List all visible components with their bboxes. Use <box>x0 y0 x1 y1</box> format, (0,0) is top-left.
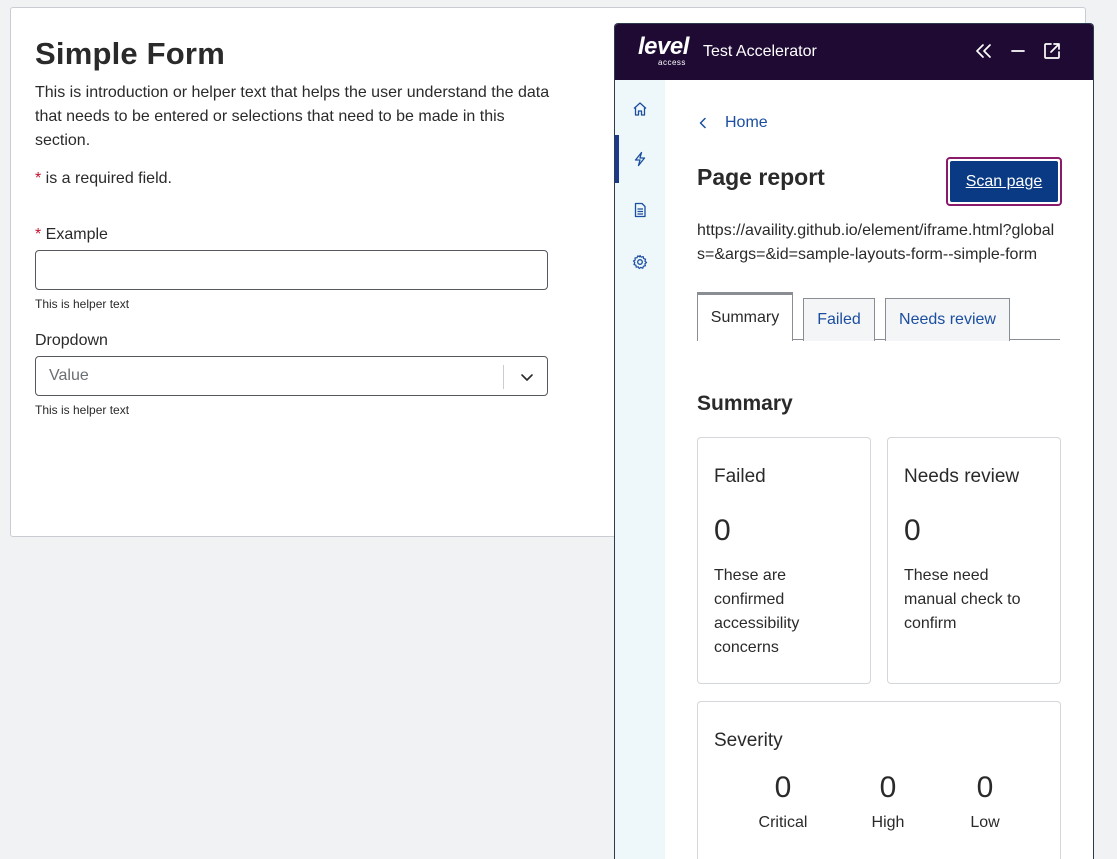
example-input[interactable] <box>35 250 548 290</box>
scan-page-button-label: Scan page <box>950 161 1058 202</box>
nav-quick-scan-button[interactable] <box>615 135 665 183</box>
level-access-logo: level access <box>638 34 690 68</box>
form-intro-text: This is introduction or helper text that… <box>35 84 550 149</box>
popout-icon[interactable] <box>1042 41 1062 61</box>
tab-needs-review[interactable]: Needs review <box>885 298 1010 341</box>
example-label-text: Example <box>41 226 108 243</box>
failed-card-description: These are confirmed accessibility concer… <box>714 567 800 656</box>
high-label: High <box>871 814 905 831</box>
failed-count: 0 <box>714 514 731 547</box>
example-helper-text: This is helper text <box>35 297 130 311</box>
high-count: 0 <box>879 771 897 804</box>
nav-reports-button[interactable] <box>615 186 665 234</box>
nav-home-button[interactable] <box>615 85 665 133</box>
test-accelerator-panel: level access Test Accelerator Home Page … <box>614 23 1094 859</box>
tab-summary[interactable]: Summary <box>697 292 793 341</box>
example-label: * Example <box>35 226 108 244</box>
failed-summary-card: Failed 0 These are confirmed accessibili… <box>697 437 871 684</box>
scan-page-button[interactable]: Scan page <box>946 157 1062 206</box>
severity-critical: 0 Critical <box>743 770 823 832</box>
needs-review-count: 0 <box>904 514 921 547</box>
dropdown-value: Value <box>49 367 89 384</box>
lightning-icon <box>634 151 646 167</box>
chevron-left-icon <box>699 117 706 129</box>
settings-icon <box>632 254 648 270</box>
home-icon <box>633 102 647 116</box>
low-label: Low <box>970 814 1000 831</box>
dropdown-select[interactable]: Value <box>35 356 548 396</box>
panel-header: level access Test Accelerator <box>615 24 1093 80</box>
summary-heading: Summary <box>697 392 793 415</box>
needs-review-summary-card: Needs review 0 These need manual check t… <box>887 437 1061 684</box>
app-title: Test Accelerator <box>703 43 817 60</box>
critical-count: 0 <box>774 771 792 804</box>
logo-subtext: access <box>658 58 686 67</box>
breadcrumb-home-link[interactable]: Home <box>697 114 768 132</box>
page-report-title: Page report <box>697 164 825 190</box>
minimize-icon[interactable] <box>1008 41 1028 61</box>
severity-high: 0 High <box>848 770 928 832</box>
report-tabs: Summary Failed Needs review <box>697 292 1060 341</box>
chevron-down-icon[interactable] <box>519 369 535 385</box>
critical-label: Critical <box>758 814 808 831</box>
needs-review-card-title: Needs review <box>904 466 1020 487</box>
tab-failed[interactable]: Failed <box>803 298 875 341</box>
report-icon <box>634 202 646 218</box>
severity-card: Severity 0 Critical 0 High 0 Low <box>697 701 1061 859</box>
severity-low: 0 Low <box>945 770 1025 832</box>
dropdown-separator <box>503 365 504 389</box>
dropdown-label: Dropdown <box>35 332 108 349</box>
panel-content: Home Page report Scan page https://avail… <box>665 80 1093 859</box>
scanned-url: https://availity.github.io/element/ifram… <box>697 222 1055 263</box>
needs-review-card-description: These need manual check to confirm <box>904 567 1021 632</box>
failed-card-title: Failed <box>714 466 766 487</box>
logo-wordmark: level <box>638 33 689 60</box>
form-title: Simple Form <box>35 36 225 71</box>
low-count: 0 <box>976 771 994 804</box>
dropdown-helper-text: This is helper text <box>35 403 130 417</box>
required-note-text: is a required field. <box>41 170 172 187</box>
nav-settings-button[interactable] <box>615 238 665 286</box>
severity-title: Severity <box>714 730 783 751</box>
required-field-note: * is a required field. <box>35 170 172 188</box>
side-navigation-rail <box>615 80 665 859</box>
collapse-left-icon[interactable] <box>974 41 994 61</box>
breadcrumb-label: Home <box>725 114 768 131</box>
